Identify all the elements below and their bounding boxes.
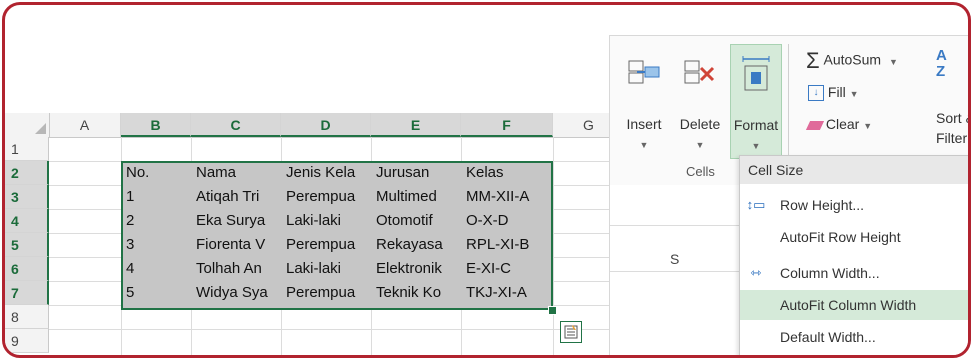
select-all-corner[interactable] [5, 113, 50, 137]
column-header-e[interactable]: E [371, 113, 461, 137]
column-header-b[interactable]: B [121, 113, 191, 137]
fill-handle[interactable] [548, 306, 557, 315]
quick-analysis-icon [564, 325, 578, 339]
menu-section-header: Cell Size [740, 156, 968, 184]
delete-button[interactable]: Delete ▼ [674, 44, 726, 159]
fill-label: Fill [827, 84, 846, 100]
fill-down-icon: ↓ [808, 85, 824, 102]
column-header-s: S [670, 251, 680, 267]
gridline [610, 225, 740, 226]
format-cells-icon [742, 56, 770, 91]
autofit-row-height-label: AutoFit Row Height [780, 229, 901, 245]
autofit-column-width-item[interactable]: AutoFit Column Width [740, 290, 968, 320]
insert-cells-icon [628, 60, 660, 84]
chevron-down-icon: ▼ [849, 89, 859, 99]
column-width-item[interactable]: ⇿ Column Width... [740, 258, 968, 288]
column-width-icon: ⇿ [750, 265, 762, 280]
delete-label: Delete [679, 116, 721, 132]
row-header-5[interactable]: 5 [5, 233, 49, 257]
format-label: Format [733, 117, 779, 133]
default-width-item[interactable]: Default Width... [740, 322, 968, 352]
select-all-icon [35, 123, 46, 134]
column-header-d[interactable]: D [281, 113, 371, 137]
gridline [49, 329, 609, 330]
row-header-9[interactable]: 9 [5, 329, 49, 353]
sigma-icon: Σ [806, 48, 820, 73]
autosum-button[interactable]: Σ AutoSum ▼ [806, 48, 898, 74]
chevron-down-icon: ▼ [888, 56, 898, 67]
column-header-c[interactable]: C [191, 113, 281, 137]
autosum-label: AutoSum [823, 51, 882, 68]
sort-icon: AZ [936, 47, 947, 80]
delete-cells-icon [684, 60, 715, 84]
gridline [553, 137, 554, 355]
clear-button[interactable]: Clear ▼ [805, 116, 873, 132]
column-header-a[interactable]: A [49, 113, 121, 137]
sort-label: Sort & [936, 110, 968, 126]
default-width-label: Default Width... [780, 329, 876, 345]
format-dropdown-menu: Cell Size ↕▭ Row Height... AutoFit Row H… [739, 155, 968, 355]
row-header-4[interactable]: 4 [5, 209, 49, 233]
autofit-column-width-label: AutoFit Column Width [780, 297, 917, 313]
column-header-row: A B C D E F G [5, 113, 625, 138]
cells-group-label: Cells [686, 164, 715, 179]
row-header-1[interactable]: 1 [5, 137, 49, 161]
chevron-down-icon: ▼ [863, 121, 873, 131]
sort-filter-label: Sort & Filter [936, 108, 968, 148]
insert-button[interactable]: Insert ▼ [618, 44, 670, 159]
screenshot-frame: A B C D E F G 1 2 3 4 5 6 7 8 9 No. Nama… [2, 2, 971, 358]
row-height-label: Row Height... [780, 197, 865, 213]
sort-filter-button[interactable]: AZ [936, 48, 947, 80]
gridline [610, 271, 740, 272]
row-header-8[interactable]: 8 [5, 305, 49, 329]
chevron-down-icon: ▼ [751, 141, 761, 151]
autofit-row-height-item[interactable]: AutoFit Row Height [740, 222, 968, 252]
spreadsheet: A B C D E F G 1 2 3 4 5 6 7 8 9 No. Nama… [5, 5, 625, 355]
row-height-item[interactable]: ↕▭ Row Height... [740, 190, 968, 220]
row-height-icon: ↕▭ [746, 197, 766, 212]
column-header-f[interactable]: F [461, 113, 553, 137]
row-header-2[interactable]: 2 [5, 161, 49, 185]
chevron-down-icon: ▼ [695, 140, 705, 150]
row-header-6[interactable]: 6 [5, 257, 49, 281]
row-header-3[interactable]: 3 [5, 185, 49, 209]
column-width-label: Column Width... [780, 265, 880, 281]
format-button[interactable]: Format ▼ [730, 44, 782, 159]
insert-label: Insert [626, 116, 662, 132]
chevron-down-icon: ▼ [639, 140, 649, 150]
clear-label: Clear [825, 116, 860, 132]
row-header-7[interactable]: 7 [5, 281, 49, 305]
selection-border [121, 161, 553, 310]
eraser-icon [805, 120, 825, 130]
fill-button[interactable]: ↓ Fill ▼ [808, 84, 859, 102]
quick-analysis-button[interactable] [560, 321, 582, 343]
background-sheet: S [609, 185, 740, 355]
filter-label: Filter [936, 130, 968, 146]
